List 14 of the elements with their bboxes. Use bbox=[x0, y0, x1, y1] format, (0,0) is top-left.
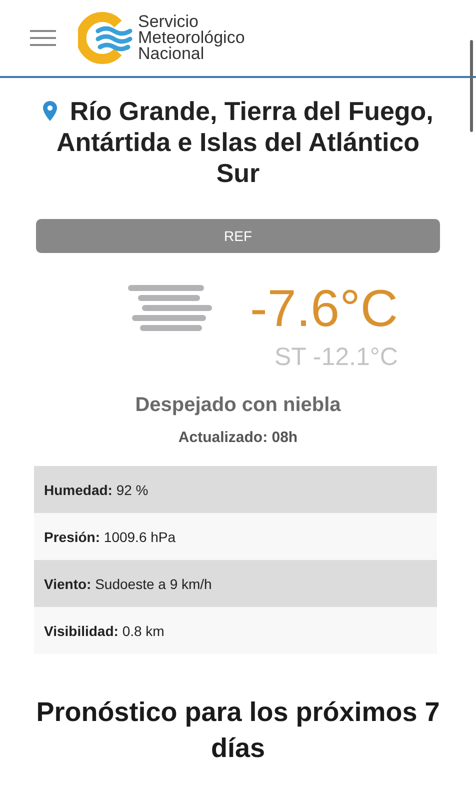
location-title: Río Grande, Tierra del Fuego, Antártida e Islas del Atlántico Sur bbox=[56, 96, 434, 188]
forecast-heading: Pronóstico para los próximos 7 días bbox=[35, 696, 441, 765]
detail-text: Viento: Sudoeste a 9 km/h bbox=[44, 576, 212, 592]
logo-wordmark[interactable]: Servicio Meteorológico Nacional bbox=[138, 14, 245, 62]
detail-text: Humedad: 92 % bbox=[44, 482, 148, 498]
menu-icon[interactable] bbox=[30, 29, 56, 47]
ref-button[interactable]: REF bbox=[36, 219, 440, 253]
detail-text: Presión: 1009.6 hPa bbox=[44, 528, 176, 544]
temperature: -7.6°C bbox=[250, 281, 398, 337]
detail-text: Visibilidad: 0.8 km bbox=[44, 622, 164, 638]
condition-text: Despejado con niebla bbox=[134, 394, 342, 417]
feels-like-temperature: ST -12.1°C bbox=[274, 343, 398, 372]
location-pin-icon bbox=[42, 101, 57, 121]
updated-time: Actualizado: 08h bbox=[177, 429, 299, 446]
